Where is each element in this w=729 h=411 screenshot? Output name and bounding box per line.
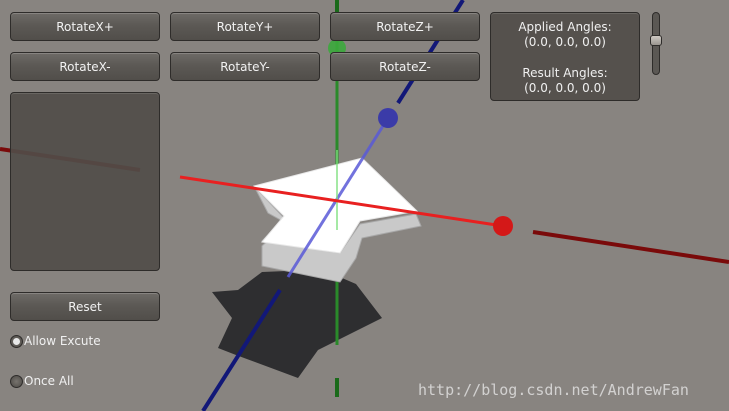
radio-selected-dot	[13, 337, 20, 345]
once-all-label: Once All	[24, 374, 74, 388]
allow-execute-toggle[interactable]: Allow Excute	[10, 334, 101, 348]
object-shadow	[212, 270, 382, 378]
scene-viewport[interactable]: RotateX+ RotateY+ RotateZ+ RotateX- Rota…	[0, 0, 729, 411]
watermark: http://blog.csdn.net/AndrewFan	[418, 381, 689, 399]
allow-execute-radio[interactable]	[10, 334, 23, 348]
angles-panel: Applied Angles: (0.0, 0.0, 0.0) Result A…	[490, 12, 640, 101]
result-angles-value: (0.0, 0.0, 0.0)	[524, 81, 606, 95]
rotate-x-minus-button[interactable]: RotateX-	[10, 52, 160, 81]
once-all-radio[interactable]	[10, 374, 23, 388]
object-top	[253, 157, 419, 254]
allow-execute-label: Allow Excute	[24, 334, 101, 348]
rotate-z-plus-button[interactable]: RotateZ+	[330, 12, 480, 41]
rotate-x-plus-button[interactable]: RotateX+	[10, 12, 160, 41]
side-panel	[10, 92, 160, 271]
result-angles-label: Result Angles:	[522, 66, 608, 80]
x-axis-handle[interactable]	[493, 216, 513, 236]
reset-button[interactable]: Reset	[10, 292, 160, 321]
rotate-y-minus-button[interactable]: RotateY-	[170, 52, 320, 81]
once-all-toggle[interactable]: Once All	[10, 374, 74, 388]
applied-angles-label: Applied Angles:	[518, 20, 612, 34]
z-axis-handle[interactable]	[378, 108, 398, 128]
rotate-z-minus-button[interactable]: RotateZ-	[330, 52, 480, 81]
vertical-slider-thumb[interactable]	[650, 35, 662, 47]
x-axis-far-right	[532, 230, 729, 264]
rotate-y-plus-button[interactable]: RotateY+	[170, 12, 320, 41]
applied-angles-value: (0.0, 0.0, 0.0)	[524, 35, 606, 49]
